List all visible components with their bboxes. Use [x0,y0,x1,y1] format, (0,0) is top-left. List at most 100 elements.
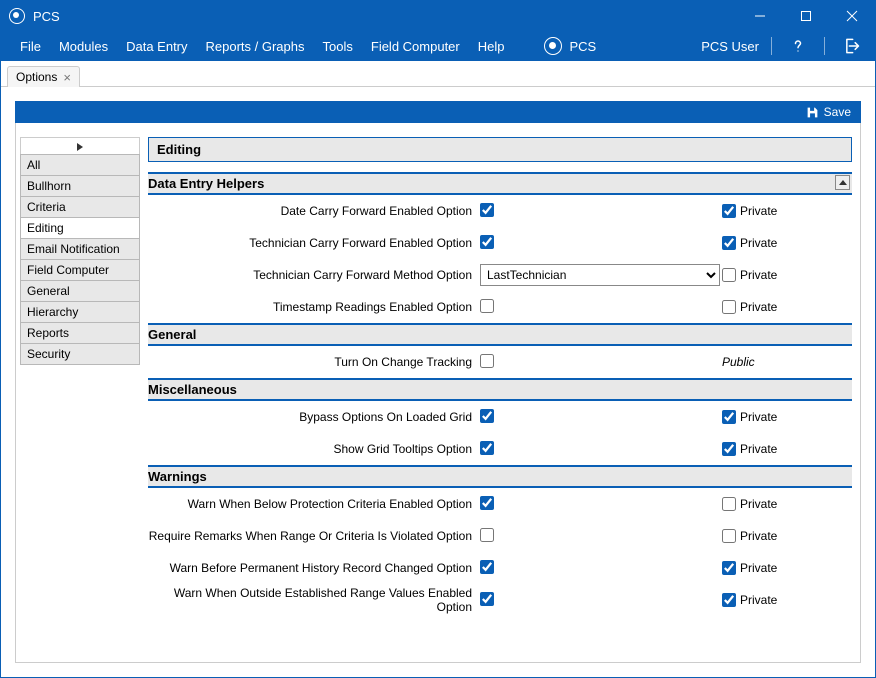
option-row: Turn On Change TrackingPublic [148,346,852,378]
option-checkbox[interactable] [480,409,494,423]
option-row: Technician Carry Forward Enabled Option P… [148,227,852,259]
option-checkbox[interactable] [480,299,494,313]
option-row: Warn Before Permanent History Record Cha… [148,552,852,584]
sidebar-item-bullhorn[interactable]: Bullhorn [20,175,140,197]
sidebar-item-criteria[interactable]: Criteria [20,196,140,218]
brand-label: PCS [570,39,597,54]
option-select[interactable]: LastTechnician [480,264,720,286]
collapse-button[interactable] [835,175,850,190]
sidebar-item-field-computer[interactable]: Field Computer [20,259,140,281]
menu-help[interactable]: Help [469,31,514,61]
tab-options[interactable]: Options × [7,66,80,87]
sidebar-item-editing[interactable]: Editing [20,217,140,239]
option-checkbox[interactable] [480,203,494,217]
option-label: Date Carry Forward Enabled Option [148,204,478,218]
option-label: Technician Carry Forward Enabled Option [148,236,478,250]
option-privacy: Private [722,236,812,250]
sidebar-item-all[interactable]: All [20,154,140,176]
menu-data-entry[interactable]: Data Entry [117,31,196,61]
brand-icon [544,37,562,55]
option-checkbox[interactable] [480,496,494,510]
minimize-button[interactable] [737,1,783,31]
private-checkbox[interactable] [722,593,736,607]
sidebar-item-reports[interactable]: Reports [20,322,140,344]
section-header: Data Entry Helpers [148,172,852,195]
separator [771,37,772,55]
private-checkbox[interactable] [722,410,736,424]
page-title: Editing [148,137,852,162]
close-button[interactable] [829,1,875,31]
menu-field-computer[interactable]: Field Computer [362,31,469,61]
private-checkbox[interactable] [722,442,736,456]
app-icon [9,8,25,24]
maximize-button[interactable] [783,1,829,31]
private-label: Private [740,529,777,543]
option-label: Timestamp Readings Enabled Option [148,300,478,314]
sidebar-item-email-notification[interactable]: Email Notification [20,238,140,260]
save-button[interactable]: Save [806,105,851,119]
option-privacy: Private [722,593,812,607]
option-label: Technician Carry Forward Method Option [148,268,478,282]
sidebar-collapse-button[interactable] [20,137,140,155]
sidebar: AllBullhornCriteriaEditingEmail Notifica… [20,137,140,648]
option-row: Show Grid Tooltips OptionPrivate [148,433,852,465]
action-bar: Save [15,101,861,123]
main-panel: Editing Data Entry Helpers Date Carry For… [148,137,852,648]
private-checkbox[interactable] [722,497,736,511]
user-label[interactable]: PCS User [701,39,759,54]
private-label: Private [740,300,777,314]
sidebar-item-general[interactable]: General [20,280,140,302]
option-checkbox[interactable] [480,235,494,249]
option-checkbox[interactable] [480,528,494,542]
sidebar-item-security[interactable]: Security [20,343,140,365]
close-icon[interactable]: × [63,71,71,84]
menubar-right: PCS User [701,32,865,60]
menu-modules[interactable]: Modules [50,31,117,61]
private-checkbox[interactable] [722,204,736,218]
private-checkbox[interactable] [722,300,736,314]
option-row: Require Remarks When Range Or Criteria I… [148,520,852,552]
option-privacy: Private [722,529,812,543]
menu-file[interactable]: File [11,31,50,61]
private-checkbox[interactable] [722,561,736,575]
private-label: Private [740,410,777,424]
private-checkbox[interactable] [722,236,736,250]
menu-reports-graphs[interactable]: Reports / Graphs [197,31,314,61]
private-checkbox[interactable] [722,529,736,543]
menubar: FileModulesData EntryReports / GraphsToo… [1,31,875,61]
option-label: Show Grid Tooltips Option [148,442,478,456]
option-privacy: Private [722,204,812,218]
content-area: Save AllBullhornCriteriaEditingEmail Not… [1,87,875,677]
option-control [478,560,722,577]
option-label: Require Remarks When Range Or Criteria I… [148,529,478,543]
option-checkbox[interactable] [480,354,494,368]
private-label: Private [740,204,777,218]
section-title: General [148,327,196,342]
brand: PCS [544,37,597,55]
section-title: Warnings [148,469,207,484]
option-checkbox[interactable] [480,441,494,455]
private-label: Private [740,593,777,607]
option-privacy: Private [722,268,812,282]
sidebar-item-hierarchy[interactable]: Hierarchy [20,301,140,323]
logout-button[interactable] [837,32,865,60]
option-control [478,299,722,316]
section-header: Warnings [148,465,852,488]
option-row: Timestamp Readings Enabled Option Private [148,291,852,323]
option-control [478,203,722,220]
option-control [478,592,722,609]
option-checkbox[interactable] [480,560,494,574]
public-label: Public [722,355,755,369]
option-control [478,354,722,371]
private-checkbox[interactable] [722,268,736,282]
section-title: Data Entry Helpers [148,176,264,191]
save-label: Save [824,105,851,119]
option-control [478,441,722,458]
separator [824,37,825,55]
option-privacy: Private [722,497,812,511]
menu-tools[interactable]: Tools [314,31,362,61]
help-button[interactable] [784,32,812,60]
option-row: Warn When Outside Established Range Valu… [148,584,852,616]
option-label: Warn Before Permanent History Record Cha… [148,561,478,575]
option-checkbox[interactable] [480,592,494,606]
